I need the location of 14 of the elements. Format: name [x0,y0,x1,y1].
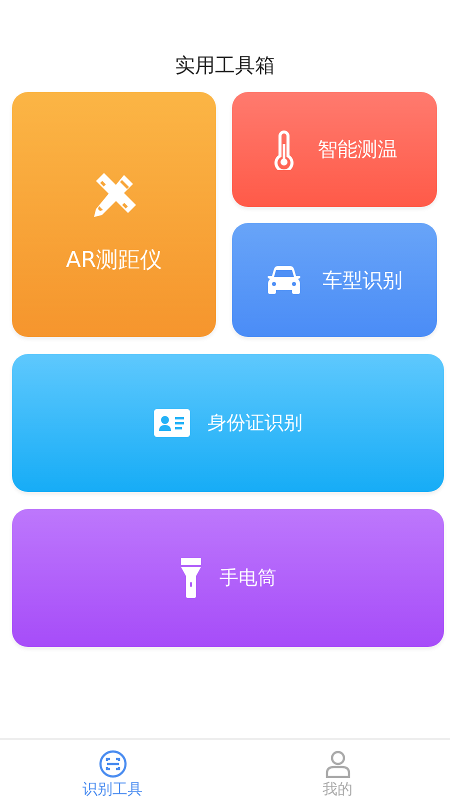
tab-bar-item[interactable]: 我的 [225,740,450,800]
tool-tile[interactable]: 身份证识别 [12,354,444,492]
person-icon [324,750,350,778]
id-card-icon [154,409,190,437]
car-icon [266,265,300,295]
tool-tile[interactable]: AR测距仪 [12,92,216,337]
tool-tile[interactable]: 手电筒 [12,509,444,647]
scan-icon [98,750,126,778]
flashlight-icon [180,558,202,598]
page-title: 实用工具箱 [175,52,275,79]
thermometer-icon [272,130,296,170]
tool-tile[interactable]: 车型识别 [232,223,437,337]
tab-bar-item[interactable]: 识别工具 [0,740,225,800]
tool-tile[interactable]: 智能测温 [232,92,437,207]
